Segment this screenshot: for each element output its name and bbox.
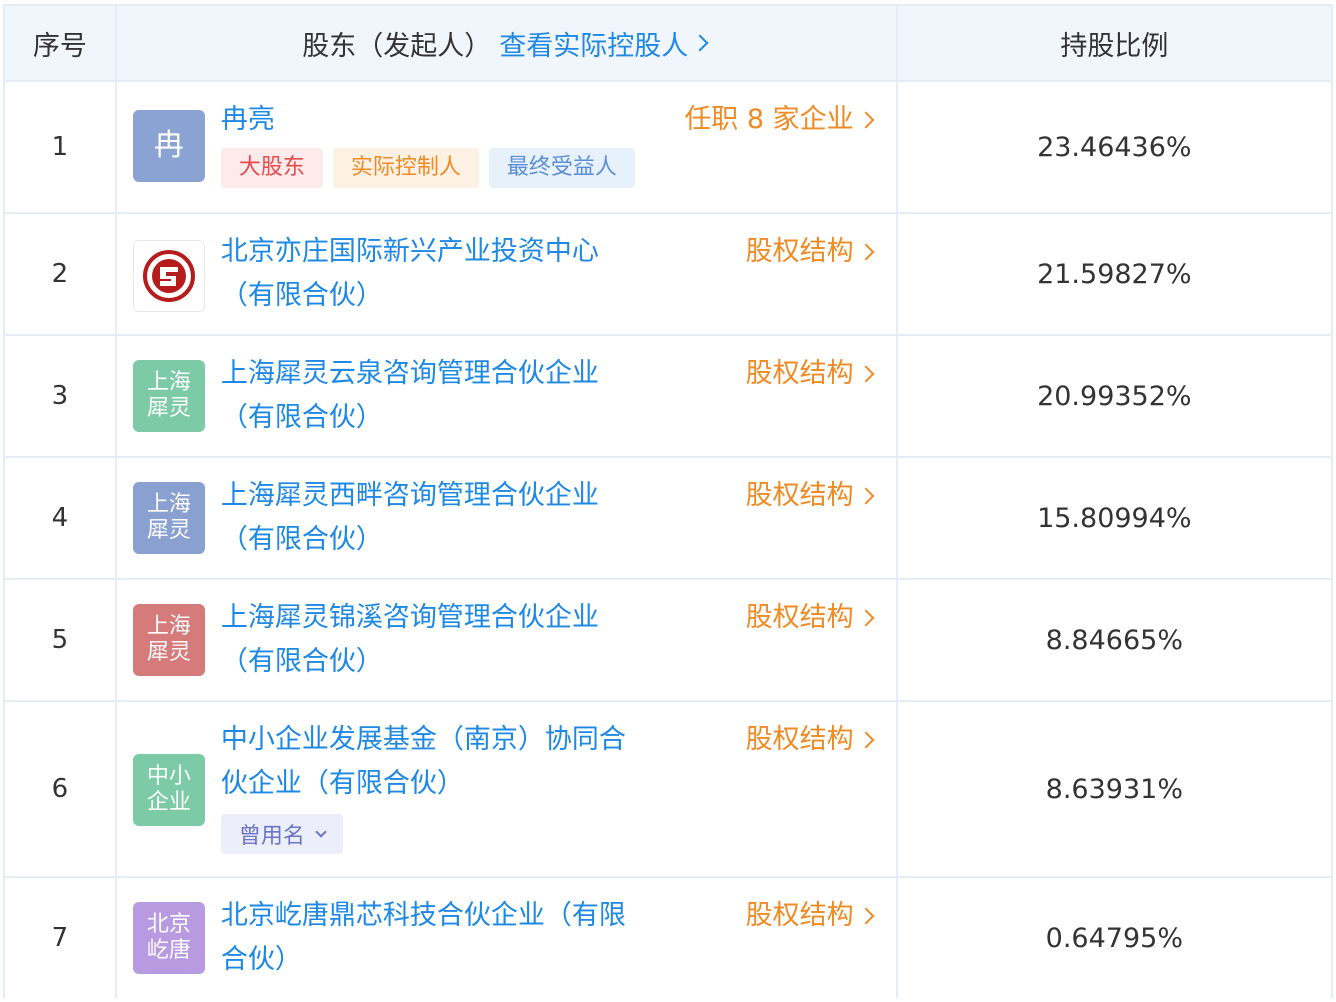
row-index: 3 <box>5 336 117 456</box>
row-index: 6 <box>5 702 117 876</box>
header-ratio: 持股比例 <box>898 6 1333 80</box>
tag-major-shareholder: 大股东 <box>220 148 323 188</box>
table-row: 6 中小企业 中小企业发展基金（南京）协同合伙企业（有限合伙） 曾用名 股权结构… <box>5 702 1333 878</box>
chevron-right-icon <box>857 609 875 627</box>
row-index: 1 <box>5 82 117 212</box>
avatar: 上海犀灵 <box>132 482 205 554</box>
share-ratio: 8.63931% <box>898 702 1333 876</box>
holder-info: 上海犀灵锦溪咨询管理合伙企业（有限合伙） <box>221 596 651 684</box>
shareholder-table: 序号 股东（发起人） 查看实际控股人 持股比例 1 冉 冉亮 大股东 实际控制人… <box>3 4 1333 998</box>
holder-name-link[interactable]: 上海犀灵西畔咨询管理合伙企业（有限合伙） <box>221 474 651 562</box>
company-logo <box>132 240 205 312</box>
holder-info: 上海犀灵西畔咨询管理合伙企业（有限合伙） <box>221 474 651 562</box>
header-index: 序号 <box>5 6 117 80</box>
tag-ultimate-beneficiary: 最终受益人 <box>488 148 635 188</box>
chevron-right-icon <box>857 365 875 383</box>
holder-name-link[interactable]: 中小企业发展基金（南京）协同合伙企业（有限合伙） <box>221 718 651 806</box>
chevron-right-icon <box>857 487 875 505</box>
equity-structure-link[interactable]: 股权结构 <box>746 230 876 274</box>
holder-info: 中小企业发展基金（南京）协同合伙企业（有限合伙） 曾用名 <box>220 718 651 854</box>
positions-link[interactable]: 任职 8 家企业 <box>684 98 875 142</box>
holder-name-link[interactable]: 冉亮 <box>221 98 651 142</box>
avatar: 中小企业 <box>132 754 205 826</box>
equity-structure-link[interactable]: 股权结构 <box>746 474 876 518</box>
row-index: 4 <box>5 458 117 578</box>
row-index: 2 <box>5 214 117 334</box>
chevron-down-icon <box>315 826 327 838</box>
chevron-right-icon <box>857 111 875 129</box>
avatar: 上海犀灵 <box>132 604 205 676</box>
former-name-dropdown[interactable]: 曾用名 <box>220 814 343 854</box>
holder-info: 北京亦庄国际新兴产业投资中心（有限合伙） <box>221 230 651 318</box>
holder-name-link[interactable]: 上海犀灵云泉咨询管理合伙企业（有限合伙） <box>221 352 651 440</box>
holder-cell: 中小企业 中小企业发展基金（南京）协同合伙企业（有限合伙） 曾用名 股权结构 <box>117 702 898 876</box>
avatar: 北京屹唐 <box>132 902 205 974</box>
table-row: 7 北京屹唐 北京屹唐鼎芯科技合伙企业（有限合伙） 股权结构 0.64795% <box>5 878 1333 998</box>
holder-tags: 大股东 实际控制人 最终受益人 <box>220 148 651 188</box>
equity-structure-link[interactable]: 股权结构 <box>746 718 876 762</box>
holder-info: 冉亮 大股东 实际控制人 最终受益人 <box>220 98 651 188</box>
holder-cell: 北京亦庄国际新兴产业投资中心（有限合伙） 股权结构 <box>117 214 898 334</box>
table-row: 2 北京亦庄国际新兴产业投资中心（有限合伙） 股权结构 21.59827% <box>5 214 1333 336</box>
table-header: 序号 股东（发起人） 查看实际控股人 持股比例 <box>5 6 1333 82</box>
holder-info: 上海犀灵云泉咨询管理合伙企业（有限合伙） <box>221 352 651 440</box>
header-holder: 股东（发起人） 查看实际控股人 <box>117 6 898 80</box>
share-ratio: 8.84665% <box>898 580 1333 700</box>
share-ratio: 0.64795% <box>898 878 1333 998</box>
equity-structure-link[interactable]: 股权结构 <box>746 352 876 396</box>
holder-cell: 北京屹唐 北京屹唐鼎芯科技合伙企业（有限合伙） 股权结构 <box>117 878 898 998</box>
chevron-right-icon <box>857 907 875 925</box>
tag-actual-controller: 实际控制人 <box>332 148 479 188</box>
table-row: 1 冉 冉亮 大股东 实际控制人 最终受益人 任职 8 家企业 23.46436… <box>5 82 1333 214</box>
equity-structure-link[interactable]: 股权结构 <box>746 596 876 640</box>
chevron-right-icon <box>857 243 875 261</box>
holder-name-link[interactable]: 上海犀灵锦溪咨询管理合伙企业（有限合伙） <box>221 596 651 684</box>
share-ratio: 21.59827% <box>898 214 1333 334</box>
row-index: 7 <box>5 878 117 998</box>
investment-center-logo-icon <box>142 250 195 302</box>
avatar: 上海犀灵 <box>132 360 205 432</box>
holder-cell: 上海犀灵 上海犀灵云泉咨询管理合伙企业（有限合伙） 股权结构 <box>117 336 898 456</box>
holder-cell: 上海犀灵 上海犀灵锦溪咨询管理合伙企业（有限合伙） 股权结构 <box>117 580 898 700</box>
header-holder-label: 股东（发起人） <box>302 30 492 62</box>
table-row: 4 上海犀灵 上海犀灵西畔咨询管理合伙企业（有限合伙） 股权结构 15.8099… <box>5 458 1333 580</box>
share-ratio: 20.99352% <box>898 336 1333 456</box>
holder-cell: 上海犀灵 上海犀灵西畔咨询管理合伙企业（有限合伙） 股权结构 <box>117 458 898 578</box>
table-row: 3 上海犀灵 上海犀灵云泉咨询管理合伙企业（有限合伙） 股权结构 20.9935… <box>5 336 1333 458</box>
avatar: 冉 <box>132 110 205 182</box>
holder-name-link[interactable]: 北京亦庄国际新兴产业投资中心（有限合伙） <box>221 230 651 318</box>
holder-info: 北京屹唐鼎芯科技合伙企业（有限合伙） <box>221 894 651 982</box>
table-row: 5 上海犀灵 上海犀灵锦溪咨询管理合伙企业（有限合伙） 股权结构 8.84665… <box>5 580 1333 702</box>
view-actual-controller-link[interactable]: 查看实际控股人 <box>499 24 710 63</box>
chevron-right-icon <box>857 731 875 749</box>
share-ratio: 23.46436% <box>898 82 1333 212</box>
holder-cell: 冉 冉亮 大股东 实际控制人 最终受益人 任职 8 家企业 <box>117 82 898 212</box>
holder-name-link[interactable]: 北京屹唐鼎芯科技合伙企业（有限合伙） <box>221 894 651 982</box>
chevron-right-icon <box>691 34 709 52</box>
row-index: 5 <box>5 580 117 700</box>
share-ratio: 15.80994% <box>898 458 1333 578</box>
equity-structure-link[interactable]: 股权结构 <box>746 894 876 938</box>
